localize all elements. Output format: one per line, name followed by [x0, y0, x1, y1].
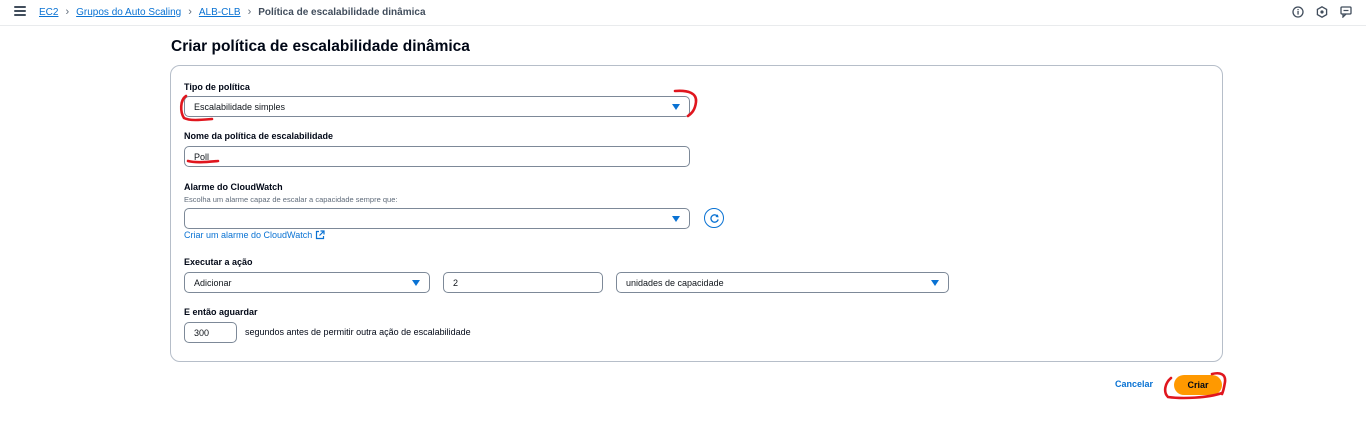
create-button[interactable]: Criar: [1174, 375, 1222, 395]
wait-label: E então aguardar: [184, 307, 258, 317]
wait-seconds-value: 300: [194, 327, 210, 338]
create-alarm-link[interactable]: Criar um alarme do CloudWatch: [184, 230, 325, 240]
alarm-description: Escolha um alarme capaz de escalar a cap…: [184, 195, 398, 204]
breadcrumb: EC2 › Grupos do Auto Scaling › ALB-CLB ›…: [39, 6, 426, 18]
action-amount-input[interactable]: 2: [443, 272, 603, 293]
alarm-label: Alarme do CloudWatch: [184, 182, 283, 192]
top-bar: EC2 › Grupos do Auto Scaling › ALB-CLB ›…: [0, 0, 1366, 26]
wait-suffix-text: segundos antes de permitir outra ação de…: [245, 327, 471, 337]
caret-down-icon: [672, 104, 680, 110]
action-amount-value: 2: [453, 277, 459, 288]
refresh-icon: [709, 213, 719, 223]
action-unit-select[interactable]: unidades de capacidade: [616, 272, 949, 293]
action-unit-value: unidades de capacidade: [626, 277, 724, 288]
action-label: Executar a ação: [184, 257, 253, 267]
breadcrumb-alb-clb[interactable]: ALB-CLB: [199, 7, 241, 18]
caret-down-icon: [412, 280, 420, 286]
policy-name-input[interactable]: Poll: [184, 146, 690, 167]
policy-type-label: Tipo de política: [184, 82, 250, 92]
action-operation-value: Adicionar: [194, 277, 232, 288]
page-title: Criar política de escalabilidade dinâmic…: [171, 38, 470, 55]
policy-name-value: Poll: [194, 151, 210, 162]
policy-type-select[interactable]: Escalabilidade simples: [184, 96, 690, 117]
policy-name-label: Nome da política de escalabilidade: [184, 131, 334, 141]
breadcrumb-current: Política de escalabilidade dinâmica: [258, 6, 426, 18]
external-link-icon: [316, 230, 325, 240]
breadcrumb-auto-scaling-groups[interactable]: Grupos do Auto Scaling: [76, 7, 181, 18]
chevron-right-icon: ›: [188, 6, 192, 18]
feedback-icon[interactable]: [1340, 6, 1352, 18]
info-icon[interactable]: [1292, 6, 1304, 18]
caret-down-icon: [672, 216, 680, 222]
refresh-alarms-button[interactable]: [704, 208, 724, 228]
notifications-icon[interactable]: [1316, 6, 1328, 18]
action-operation-select[interactable]: Adicionar: [184, 272, 430, 293]
wait-seconds-input[interactable]: 300: [184, 322, 237, 343]
policy-form-container: Tipo de política Escalabilidade simples …: [170, 65, 1223, 362]
caret-down-icon: [931, 280, 939, 286]
cancel-button[interactable]: Cancelar: [1115, 379, 1153, 389]
chevron-right-icon: ›: [65, 6, 70, 18]
alarm-select[interactable]: [184, 208, 690, 229]
chevron-right-icon: ›: [247, 6, 252, 18]
policy-type-value: Escalabilidade simples: [194, 101, 286, 112]
create-alarm-link-label: Criar um alarme do CloudWatch: [184, 230, 313, 240]
breadcrumb-ec2[interactable]: EC2: [39, 7, 58, 18]
menu-icon[interactable]: [14, 6, 26, 18]
